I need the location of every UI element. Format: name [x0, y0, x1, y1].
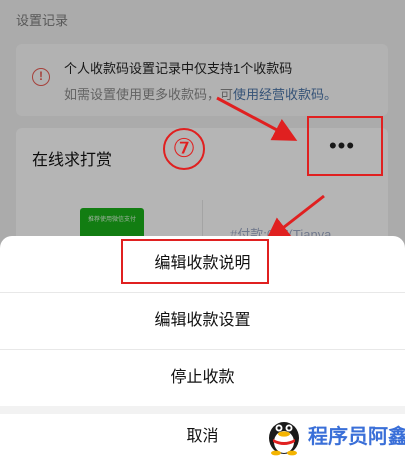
- watermark: 程序员阿鑫: [262, 412, 405, 456]
- arrow-to-more: [216, 96, 298, 141]
- arrow-to-edit: [265, 194, 325, 242]
- stop-payment-option[interactable]: 停止收款: [0, 350, 405, 406]
- highlight-edit-option: [121, 239, 269, 284]
- penguin-icon: [269, 422, 299, 456]
- edit-payment-settings-option[interactable]: 编辑收款设置: [0, 293, 405, 349]
- watermark-text: 程序员阿鑫: [308, 426, 405, 448]
